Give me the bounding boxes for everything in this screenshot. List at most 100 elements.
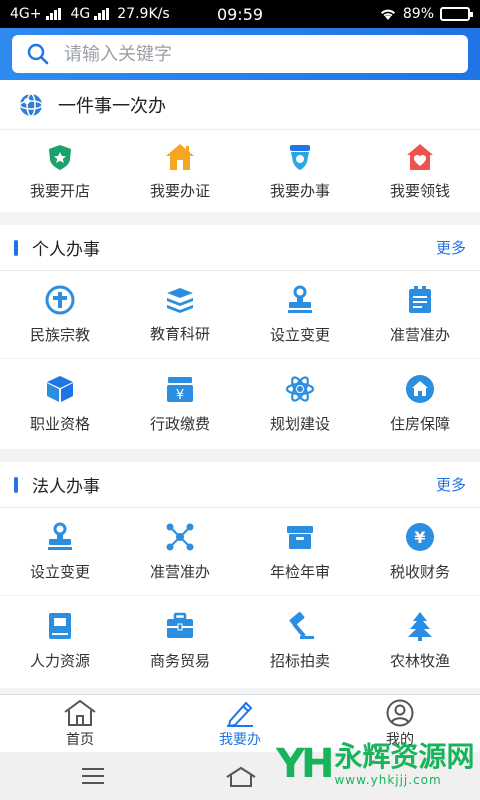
quick-action-open-store[interactable]: 我要开店: [0, 130, 120, 212]
one-thing-header[interactable]: 一件事一次办: [0, 80, 480, 130]
network-type-1: 4G+: [10, 6, 42, 22]
service-education-research[interactable]: 教育科研: [120, 271, 240, 359]
quick-action-get-license[interactable]: 我要办证: [120, 130, 240, 212]
globe-icon: [19, 92, 43, 117]
status-bar: 4G+ 4G 27.9K/s 09:59 89%: [0, 0, 480, 28]
home-outline-icon: [64, 699, 96, 726]
section-marker: [14, 476, 18, 493]
service-label: 规划建设: [269, 414, 330, 433]
stamp-icon: [288, 285, 312, 313]
service-establish-change[interactable]: 设立变更: [0, 508, 120, 596]
signal-icon: [45, 8, 61, 20]
service-professional-qualification[interactable]: 职业资格: [0, 359, 120, 447]
legal-more-link[interactable]: 更多: [436, 474, 466, 495]
service-establish-change[interactable]: 设立变更: [240, 271, 360, 359]
svg-text:¥: ¥: [414, 528, 425, 547]
yuan-box-icon: ¥: [167, 376, 193, 403]
section-title: 个人办事: [32, 240, 100, 260]
tree-icon: [408, 611, 432, 641]
tab-label: 我要办: [219, 731, 261, 748]
menu-icon[interactable]: [82, 768, 104, 789]
service-label: 教育科研: [149, 325, 210, 343]
service-business-permit[interactable]: 准营准办: [120, 508, 240, 596]
personal-section-header: 个人办事 更多: [0, 225, 480, 271]
legal-section-header: 法人办事 更多: [0, 462, 480, 508]
service-label: 住房保障: [389, 414, 450, 433]
book-icon: [49, 612, 71, 639]
watermark: YH 永辉资源网 www.yhkjjj.com: [276, 732, 476, 796]
books-icon: [167, 288, 193, 313]
quick-action-label: 我要领钱: [389, 182, 450, 200]
legal-section: 法人办事 更多 设立变更 准营准办 年检年审 ¥ 税收财务 人力资源 商务贸易 …: [0, 462, 480, 688]
service-label: 年检年审: [269, 563, 330, 581]
atom-icon: [285, 375, 315, 402]
service-business-permit[interactable]: 准营准办: [360, 271, 480, 359]
service-label: 税收财务: [389, 563, 450, 581]
one-thing-title: 一件事一次办: [58, 95, 166, 117]
archive-icon: [287, 526, 313, 549]
service-agriculture[interactable]: 农林牧渔: [360, 596, 480, 684]
section-marker: [14, 239, 18, 256]
search-input[interactable]: [64, 43, 424, 65]
cross-circle-icon: [45, 285, 75, 315]
heart-house-icon: [407, 144, 433, 170]
service-label: 人力资源: [29, 651, 90, 670]
service-admin-fee[interactable]: ¥ 行政缴费: [120, 359, 240, 447]
personal-grid: 民族宗教 教育科研 设立变更 准营准办 职业资格 ¥ 行政缴费 规划建设 住房保…: [0, 271, 480, 447]
service-tax-finance[interactable]: ¥ 税收财务: [360, 508, 480, 596]
section-title: 法人办事: [32, 477, 100, 497]
police-badge-icon: [49, 145, 71, 170]
home-circle-icon: [406, 374, 434, 403]
signal-icon-2: [94, 8, 110, 20]
tab-home[interactable]: 首页: [0, 695, 160, 752]
network-type-2: 4G: [70, 6, 91, 22]
svg-text:¥: ¥: [176, 388, 184, 403]
briefcase-icon: [167, 612, 193, 638]
service-label: 准营准办: [389, 326, 450, 344]
service-commerce-trade[interactable]: 商务贸易: [120, 596, 240, 684]
search-box[interactable]: [12, 35, 468, 73]
status-left: 4G+ 4G 27.9K/s: [10, 6, 170, 22]
stamp-icon: [48, 522, 72, 550]
box-icon: [47, 375, 73, 402]
service-label: 设立变更: [29, 563, 90, 581]
legal-grid: 设立变更 准营准办 年检年审 ¥ 税收财务 人力资源 商务贸易 招标拍卖 农林牧…: [0, 508, 480, 684]
quick-action-label: 我要办证: [149, 182, 210, 200]
battery-icon: [440, 7, 473, 21]
watermark-brand: 永辉资源网: [334, 740, 475, 773]
service-bidding-auction[interactable]: 招标拍卖: [240, 596, 360, 684]
clipboard-icon: [409, 286, 431, 313]
pencil-icon: [227, 701, 253, 727]
service-annual-inspection[interactable]: 年检年审: [240, 508, 360, 596]
network-speed: 27.9K/s: [117, 6, 170, 22]
network-icon: [166, 523, 194, 551]
quick-action-label: 我要办事: [269, 182, 330, 200]
service-ethnic-religion[interactable]: 民族宗教: [0, 271, 120, 359]
user-circle-icon: [386, 699, 414, 726]
status-right: 89%: [379, 6, 473, 22]
header: [0, 28, 480, 80]
quick-action-handle-affairs[interactable]: 我要办事: [240, 130, 360, 212]
personal-section: 个人办事 更多 民族宗教 教育科研 设立变更 准营准办 职业资格 ¥ 行政缴费 …: [0, 225, 480, 449]
watermark-logo-icon: YH: [276, 741, 334, 787]
service-label: 商务贸易: [149, 651, 210, 670]
tab-label: 首页: [66, 731, 94, 748]
service-label: 农林牧渔: [389, 651, 450, 670]
service-badge-icon: [290, 145, 310, 170]
house-icon: [166, 144, 194, 170]
service-label: 职业资格: [29, 414, 90, 433]
service-label: 民族宗教: [29, 326, 90, 344]
service-planning-construction[interactable]: 规划建设: [240, 359, 360, 447]
personal-more-link[interactable]: 更多: [436, 237, 466, 258]
battery-percent: 89%: [402, 6, 434, 22]
nav-home-icon[interactable]: [224, 766, 258, 788]
wifi-icon: [380, 9, 395, 20]
quick-action-label: 我要开店: [29, 182, 90, 200]
service-housing-security[interactable]: 住房保障: [360, 359, 480, 447]
gavel-icon: [289, 611, 314, 639]
service-label: 行政缴费: [149, 414, 210, 433]
quick-actions: 我要开店 我要办证 我要办事 我要领钱: [0, 130, 480, 212]
search-icon: [27, 43, 49, 65]
service-human-resources[interactable]: 人力资源: [0, 596, 120, 684]
quick-action-collect-money[interactable]: 我要领钱: [360, 130, 480, 212]
